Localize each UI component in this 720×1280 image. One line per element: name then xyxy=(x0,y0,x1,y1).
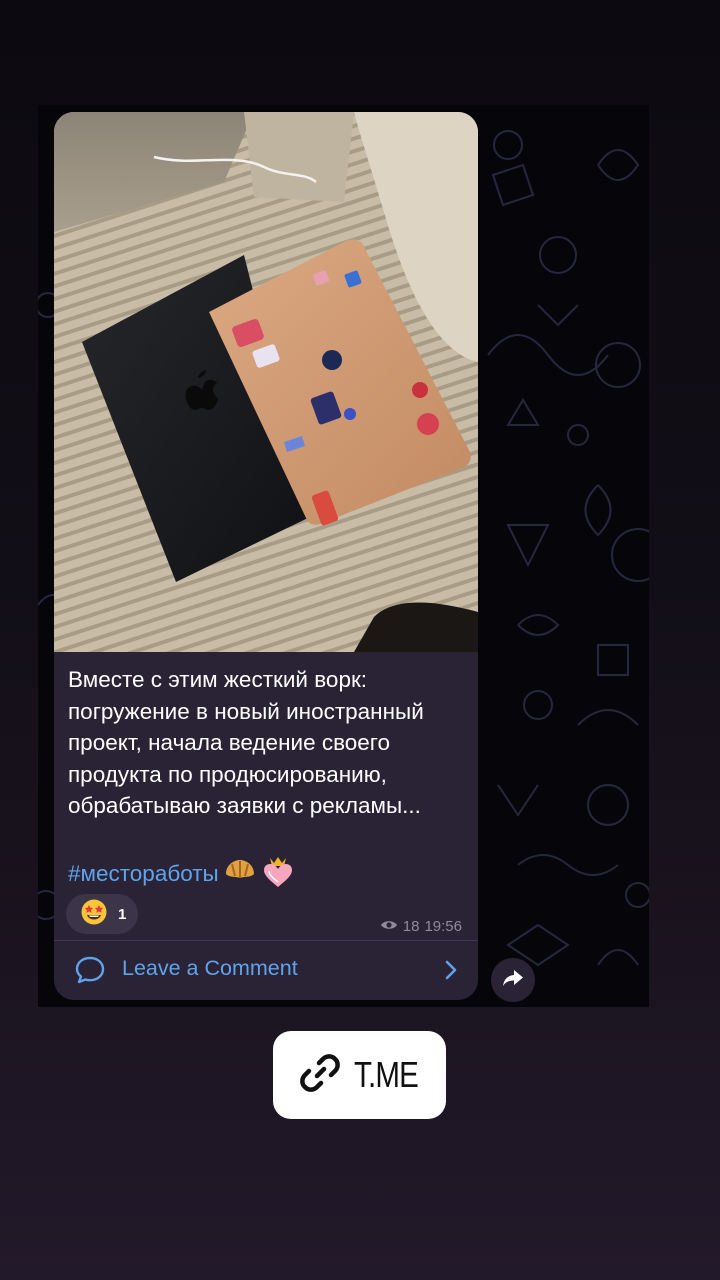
leave-comment-label: Leave a Comment xyxy=(122,956,298,980)
post-photo[interactable] xyxy=(54,112,478,652)
post-text-line: проект, начала ведение своего xyxy=(68,730,391,755)
croissant-icon xyxy=(223,856,257,893)
link-label: T.ME xyxy=(354,1054,419,1095)
post-text: Вместе с этим жесткий ворк: погружение в… xyxy=(68,664,468,822)
post-text-line: погружение в новый иностранный xyxy=(68,698,424,724)
heart-with-crown-icon xyxy=(261,854,295,895)
star-struck-icon xyxy=(80,898,108,931)
link-sticker[interactable]: T.ME xyxy=(273,1031,446,1119)
leave-comment-button[interactable]: Leave a Comment xyxy=(54,941,478,1000)
view-count: 18 xyxy=(402,918,420,935)
post-text-line: обрабатываю заявки с рекламы... xyxy=(68,793,421,818)
hashtag-row: #месторaботы xyxy=(68,854,295,894)
link-icon xyxy=(298,1051,342,1100)
laptops-photo xyxy=(54,112,478,652)
message-time: 19:56 xyxy=(424,918,462,935)
reaction-chip[interactable]: 1 xyxy=(66,894,138,934)
hashtag-link[interactable]: #месторaботы xyxy=(68,861,219,887)
post-text-line: Вместе с этим жесткий ворк: xyxy=(68,667,368,692)
message-bubble: Вместе с этим жесткий ворк: погружение в… xyxy=(54,112,478,1000)
reaction-count: 1 xyxy=(118,905,127,923)
forward-button[interactable] xyxy=(491,958,535,1002)
eye-icon xyxy=(380,918,398,935)
chevron-right-icon xyxy=(444,959,458,986)
comment-bubble-icon xyxy=(74,955,106,990)
message-meta: 18 19:56 xyxy=(380,918,462,935)
post-text-line: продукта по продюсированию, xyxy=(68,761,387,787)
forward-arrow-icon xyxy=(502,968,524,993)
